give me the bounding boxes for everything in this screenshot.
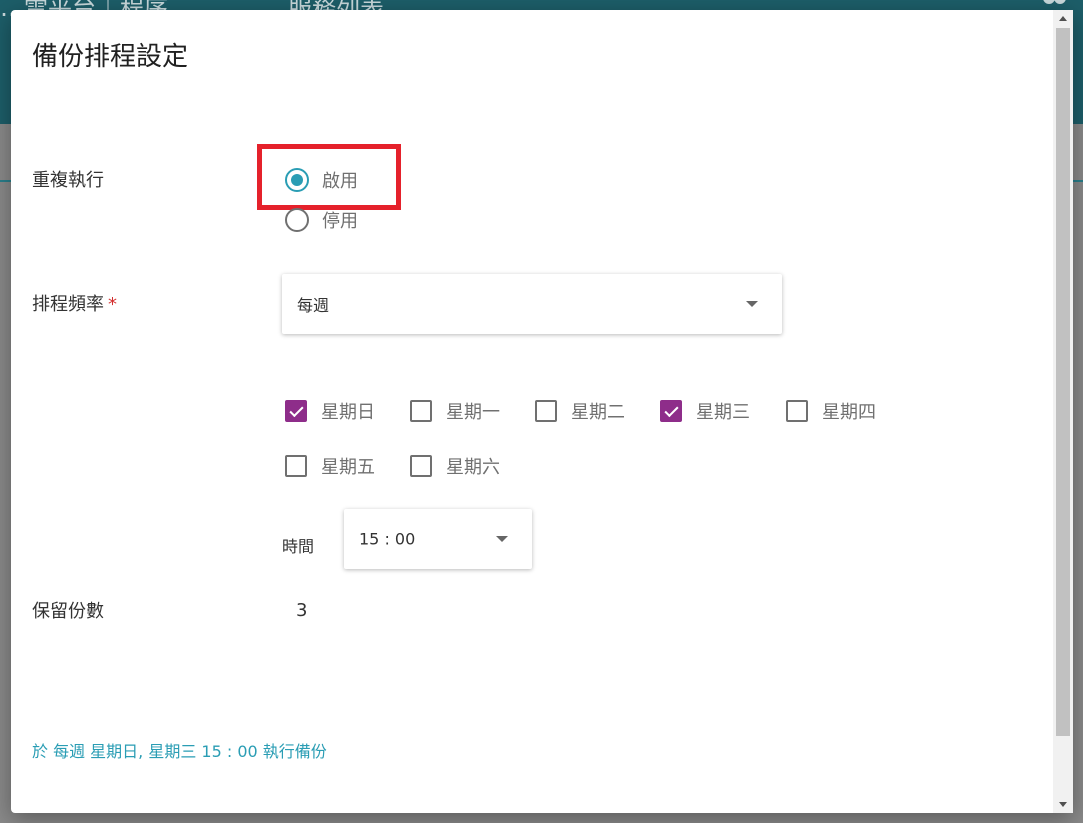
radio-enable-label: 啟用 (322, 171, 358, 192)
required-mark: * (108, 294, 117, 315)
checkbox-tuesday[interactable]: 星期二 (535, 398, 625, 424)
frequency-label: 排程頻率 * (32, 290, 117, 316)
checkbox-sunday-label: 星期日 (321, 402, 375, 423)
checkbox-thursday-box (786, 400, 808, 422)
checkbox-sunday-box (285, 400, 307, 422)
radio-disable[interactable]: 停用 (285, 207, 358, 233)
radio-disable-circle (285, 208, 309, 232)
time-select-value: 15 : 00 (359, 529, 416, 549)
checkbox-thursday[interactable]: 星期四 (786, 398, 876, 424)
checkbox-wednesday-box (660, 400, 682, 422)
checkbox-wednesday-label: 星期三 (696, 402, 750, 423)
checkbox-thursday-label: 星期四 (822, 402, 876, 423)
checkbox-saturday-box (410, 455, 432, 477)
frequency-label-text: 排程頻率 (32, 294, 104, 315)
checkbox-friday-label: 星期五 (321, 457, 375, 478)
schedule-summary: 於 每週 星期日, 星期三 15 : 00 執行備份 (32, 742, 327, 761)
chevron-down-icon (746, 301, 758, 307)
radio-enable-circle (285, 168, 309, 192)
checkbox-sunday[interactable]: 星期日 (285, 398, 375, 424)
checkbox-saturday[interactable]: 星期六 (410, 453, 500, 479)
frequency-select[interactable]: 每週 (282, 274, 782, 334)
chevron-down-icon (496, 536, 508, 542)
scroll-down-icon[interactable] (1059, 802, 1067, 807)
frequency-select-value: 每週 (297, 296, 330, 315)
checkbox-wednesday[interactable]: 星期三 (660, 398, 750, 424)
checkbox-monday-label: 星期一 (446, 402, 500, 423)
time-label: 時間 (282, 537, 315, 556)
scroll-up-icon[interactable] (1059, 16, 1067, 21)
checkbox-monday-box (410, 400, 432, 422)
retention-label: 保留份數 (32, 601, 104, 622)
retention-value: 3 (296, 600, 308, 621)
radio-disable-label: 停用 (322, 211, 358, 232)
time-select[interactable]: 15 : 00 (344, 509, 532, 569)
checkbox-tuesday-label: 星期二 (571, 402, 625, 423)
checkbox-saturday-label: 星期六 (446, 457, 500, 478)
checkbox-friday[interactable]: 星期五 (285, 453, 375, 479)
checkbox-friday-box (285, 455, 307, 477)
dialog-title: 備份排程設定 (32, 42, 189, 72)
scroll-thumb[interactable] (1056, 28, 1070, 736)
repeat-label: 重複執行 (32, 170, 104, 191)
checkbox-monday[interactable]: 星期一 (410, 398, 500, 424)
scrollbar[interactable] (1053, 10, 1073, 813)
checkbox-tuesday-box (535, 400, 557, 422)
radio-enable[interactable]: 啟用 (285, 167, 358, 193)
backup-schedule-dialog: 備份排程設定 重複執行 啟用 停用 排程頻率 * 每週 星期日 星期一 星期二 星… (11, 10, 1073, 813)
